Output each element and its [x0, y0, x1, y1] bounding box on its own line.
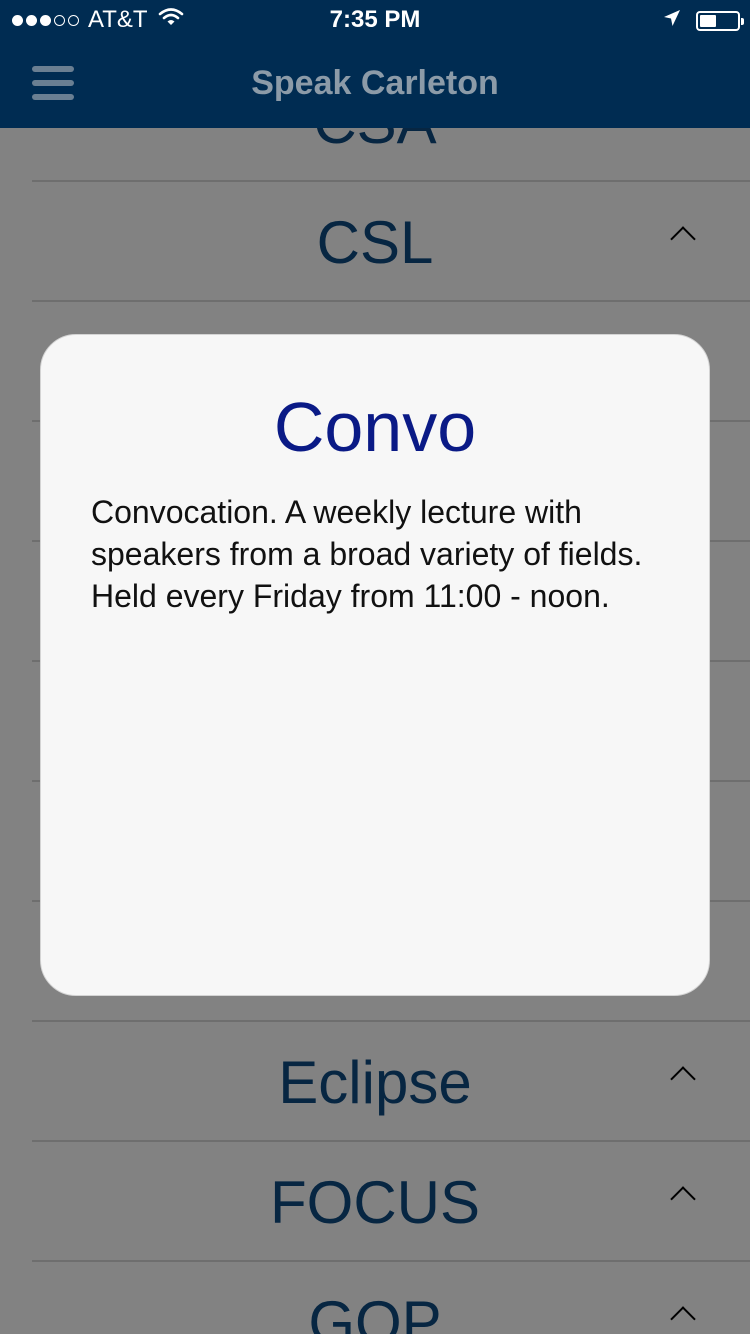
dialog-title: Convo	[273, 388, 477, 466]
app-title: Speak Carleton	[251, 64, 499, 102]
dialog-body: Convocation. A weekly lecture with speak…	[91, 494, 661, 614]
status-time: 7:35 PM	[329, 6, 421, 33]
status-bar: AT&T 7:35 PM	[0, 0, 750, 40]
nav-bar: Speak Carleton	[0, 40, 750, 128]
battery-icon	[696, 11, 744, 31]
battery-fill	[700, 15, 716, 27]
location-arrow-icon	[662, 7, 682, 35]
app-screen: AT&T 7:35 PM Speak Carleton CSL Eclipse …	[0, 0, 750, 1334]
info-dialog: Convo Convocation. A weekly lecture with…	[40, 334, 710, 996]
battery-tip	[741, 18, 744, 25]
status-right	[662, 7, 744, 35]
